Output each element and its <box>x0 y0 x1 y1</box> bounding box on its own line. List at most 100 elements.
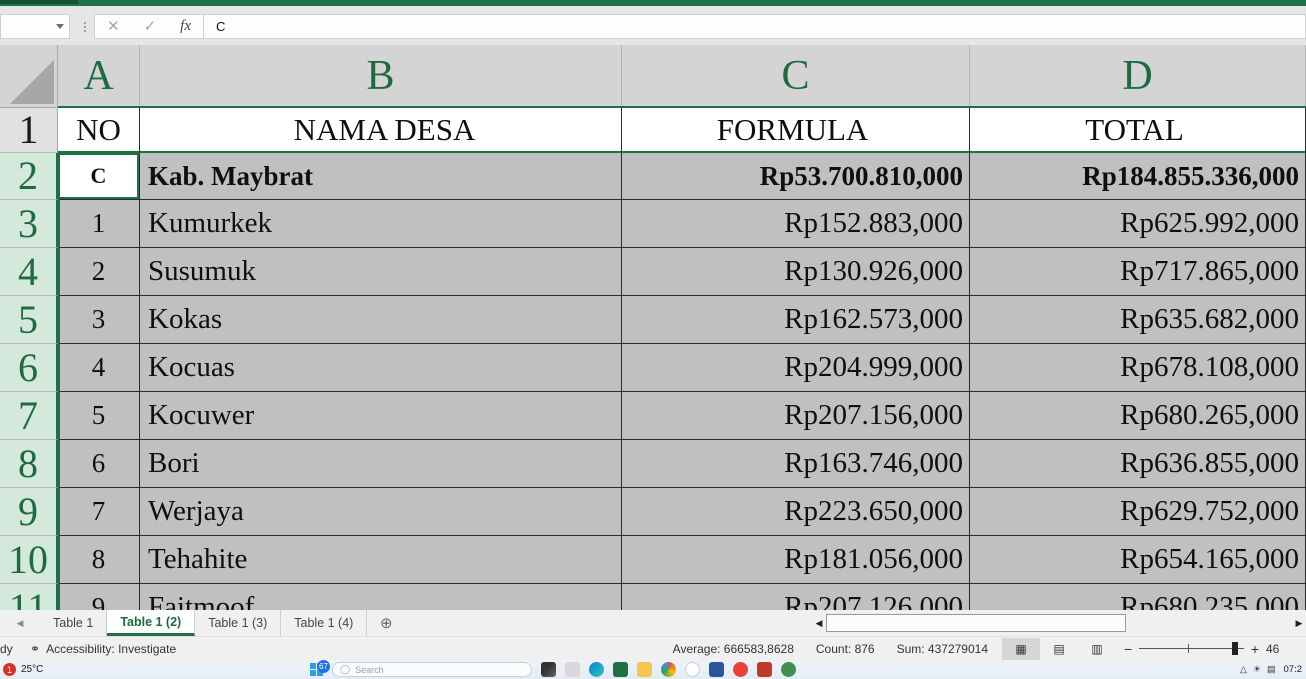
whatsapp-icon[interactable] <box>685 662 700 677</box>
add-sheet-button[interactable]: ⊕ <box>367 610 405 636</box>
row-header-4[interactable]: 4 <box>0 248 58 296</box>
zoom-out-button[interactable]: − <box>1124 641 1132 657</box>
table-row-cell-total[interactable]: Rp678.108,000 <box>970 344 1306 392</box>
app-with-badge-icon[interactable] <box>781 662 796 677</box>
table-row-cell-total[interactable]: Rp680.265,000 <box>970 392 1306 440</box>
taskbar-left-widgets[interactable]: 1 25°C <box>0 663 43 676</box>
table-row-cell-nama_desa[interactable]: Faitmoof <box>140 584 622 610</box>
row-header-2[interactable]: 2 <box>0 153 58 200</box>
table-row-cell-total[interactable]: Rp629.752,000 <box>970 488 1306 536</box>
chevron-down-icon[interactable] <box>56 24 64 29</box>
formula-input[interactable]: C <box>204 14 1306 39</box>
table-row-cell-nama_desa[interactable]: Kumurkek <box>140 200 622 248</box>
row-header-1[interactable]: 1 <box>0 108 58 153</box>
confirm-icon[interactable]: ✓ <box>144 19 157 34</box>
table-row-cell-total[interactable]: Rp654.165,000 <box>970 536 1306 584</box>
cancel-icon[interactable]: ✕ <box>107 19 120 34</box>
widgets-icon[interactable] <box>541 662 556 677</box>
status-sum[interactable]: Sum: 437279014 <box>897 642 988 656</box>
table-row-cell-no[interactable]: 1 <box>58 200 140 248</box>
zoom-percent-label[interactable]: 46 <box>1266 642 1298 656</box>
table-row-cell-no[interactable]: 7 <box>58 488 140 536</box>
table-row-cell-no[interactable]: 4 <box>58 344 140 392</box>
scroll-right-icon[interactable]: ▶ <box>1292 614 1306 632</box>
chrome-icon[interactable] <box>661 662 676 677</box>
table-total-row-cell-no[interactable]: C <box>58 153 140 200</box>
table-total-row-cell-total[interactable]: Rp184.855.336,000 <box>970 153 1306 200</box>
row-header-9[interactable]: 9 <box>0 488 58 536</box>
table-header-row-cell-formula[interactable]: FORMULA <box>622 108 970 153</box>
table-row-cell-total[interactable]: Rp680.235,000 <box>970 584 1306 610</box>
table-row-cell-no[interactable]: 6 <box>58 440 140 488</box>
table-row-cell-nama_desa[interactable]: Werjaya <box>140 488 622 536</box>
table-row-cell-nama_desa[interactable]: Tehahite <box>140 536 622 584</box>
accessibility-status[interactable]: ⚭ Accessibility: Investigate <box>30 642 176 656</box>
status-average[interactable]: Average: 666583,8628 <box>673 642 794 656</box>
normal-view-button[interactable]: ▦ <box>1002 637 1040 660</box>
table-total-row-cell-formula[interactable]: Rp53.700.810,000 <box>622 153 970 200</box>
table-row-cell-no[interactable]: 3 <box>58 296 140 344</box>
table-row-cell-no[interactable]: 2 <box>58 248 140 296</box>
weather-temperature[interactable]: 25°C <box>21 664 43 675</box>
sheet-nav-prev-icon[interactable]: ◀ <box>17 618 24 629</box>
battery-icon[interactable]: ▤ <box>1267 664 1276 675</box>
sheet-tab-table-1-2[interactable]: Table 1 (2) <box>107 610 196 636</box>
horizontal-scrollbar[interactable]: ◀ ▶ <box>812 612 1306 634</box>
table-total-row-cell-nama_desa[interactable]: Kab. Maybrat <box>140 153 622 200</box>
table-row-cell-total[interactable]: Rp625.992,000 <box>970 200 1306 248</box>
more-options-icon[interactable] <box>76 14 94 39</box>
acrobat-icon[interactable] <box>733 662 748 677</box>
row-header-3[interactable]: 3 <box>0 200 58 248</box>
table-row-cell-formula[interactable]: Rp223.650,000 <box>622 488 970 536</box>
notification-badge[interactable]: 1 <box>3 663 16 676</box>
table-row-cell-formula[interactable]: Rp181.056,000 <box>622 536 970 584</box>
tray-icons[interactable]: △ ☀ ▤ <box>1240 664 1276 675</box>
table-row-cell-total[interactable]: Rp636.855,000 <box>970 440 1306 488</box>
table-row-cell-formula[interactable]: Rp204.999,000 <box>622 344 970 392</box>
column-header-b[interactable]: B <box>140 45 622 106</box>
table-row-cell-formula[interactable]: Rp130.926,000 <box>622 248 970 296</box>
table-row-cell-formula[interactable]: Rp162.573,000 <box>622 296 970 344</box>
status-count[interactable]: Count: 876 <box>816 642 875 656</box>
table-row-cell-no[interactable]: 9 <box>58 584 140 610</box>
sheet-tab-table-1-3[interactable]: Table 1 (3) <box>195 610 282 636</box>
network-icon[interactable]: △ <box>1240 664 1247 675</box>
row-header-10[interactable]: 10 <box>0 536 58 584</box>
scroll-left-icon[interactable]: ◀ <box>812 614 826 632</box>
taskbar-clock[interactable]: 07:2 <box>1284 664 1303 675</box>
table-header-row-cell-no[interactable]: NO <box>58 108 140 153</box>
sheet-tab-table-1[interactable]: Table 1 <box>40 610 108 636</box>
insert-function-icon[interactable]: fx <box>180 19 191 34</box>
name-box[interactable] <box>0 14 70 39</box>
scroll-thumb[interactable] <box>826 614 1126 632</box>
file-explorer-icon[interactable] <box>565 662 580 677</box>
zoom-in-button[interactable]: + <box>1251 641 1259 657</box>
row-header-11[interactable]: 11 <box>0 584 58 610</box>
folder-icon[interactable] <box>637 662 652 677</box>
row-header-5[interactable]: 5 <box>0 296 58 344</box>
select-all-corner[interactable] <box>0 45 58 108</box>
column-header-a[interactable]: A <box>58 45 140 106</box>
table-row-cell-nama_desa[interactable]: Kocuwer <box>140 392 622 440</box>
table-header-row-cell-total[interactable]: TOTAL <box>970 108 1306 153</box>
zoom-slider[interactable] <box>1139 642 1244 655</box>
taskbar-search-box[interactable]: ◯ Search <box>332 662 532 677</box>
row-header-8[interactable]: 8 <box>0 440 58 488</box>
table-row-cell-total[interactable]: Rp635.682,000 <box>970 296 1306 344</box>
page-layout-view-button[interactable]: ▤ <box>1040 638 1078 660</box>
scroll-track[interactable] <box>826 614 1292 632</box>
excel-icon[interactable] <box>613 662 628 677</box>
table-row-cell-nama_desa[interactable]: Bori <box>140 440 622 488</box>
volume-icon[interactable]: ☀ <box>1253 664 1261 675</box>
table-row-cell-nama_desa[interactable]: Kocuas <box>140 344 622 392</box>
table-row-cell-nama_desa[interactable]: Susumuk <box>140 248 622 296</box>
table-row-cell-formula[interactable]: Rp207.156,000 <box>622 392 970 440</box>
sheet-tab-table-1-4[interactable]: Table 1 (4) <box>281 610 368 636</box>
table-header-row-cell-nama_desa[interactable]: NAMA DESA <box>140 108 622 153</box>
row-header-6[interactable]: 6 <box>0 344 58 392</box>
column-header-d[interactable]: D <box>970 45 1306 106</box>
edge-icon[interactable] <box>589 662 604 677</box>
table-row-cell-no[interactable]: 8 <box>58 536 140 584</box>
table-row-cell-no[interactable]: 5 <box>58 392 140 440</box>
page-break-view-button[interactable]: ▥ <box>1078 638 1116 660</box>
